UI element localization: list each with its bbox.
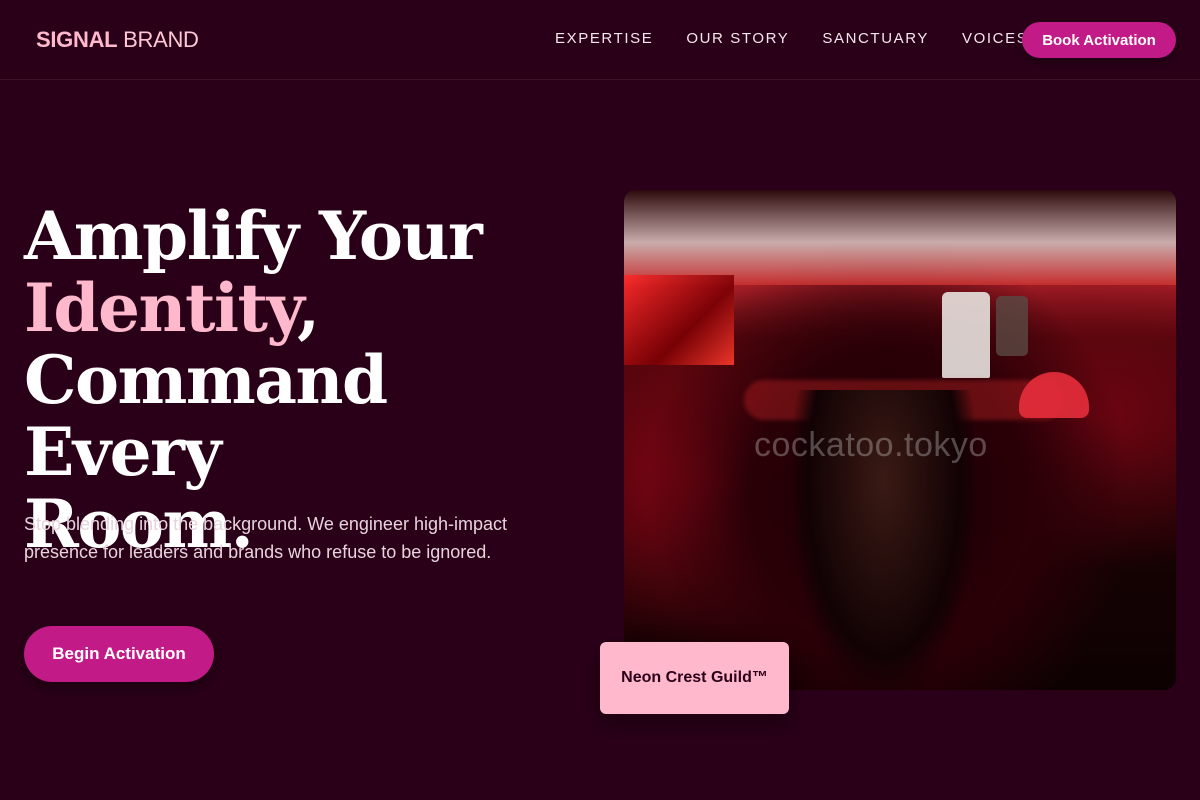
photo-ceiling <box>624 190 1176 285</box>
hero-description: Stop blending into the background. We en… <box>24 514 507 562</box>
headline-line-2: Command Every <box>24 341 388 491</box>
brand-logo-part-1: SIGNAL <box>36 27 118 52</box>
hero-photo: cockatoo.tokyo <box>624 190 1176 690</box>
nav-link-expertise[interactable]: EXPERTISE <box>555 30 653 48</box>
nav-link-sanctuary[interactable]: SANCTUARY <box>822 30 929 48</box>
photo-watermark: cockatoo.tokyo <box>754 426 988 464</box>
book-activation-button[interactable]: Book Activation <box>1022 22 1176 58</box>
brand-logo[interactable]: SIGNAL BRAND <box>36 27 199 53</box>
headline-highlight: Identity <box>24 269 299 347</box>
hero-headline: Amplify Your Identity, Command Every Roo… <box>24 200 604 560</box>
photo-tshirt <box>942 292 990 378</box>
begin-activation-button[interactable]: Begin Activation <box>24 626 214 682</box>
guild-badge-label: Neon Crest Guild™ <box>621 669 768 686</box>
nav-links: EXPERTISE OUR STORY SANCTUARY VOICES <box>555 30 1061 48</box>
nav-link-voices[interactable]: VOICES <box>962 30 1028 48</box>
photo-tshirt-2 <box>996 296 1028 356</box>
nav-link-our-story[interactable]: OUR STORY <box>686 30 789 48</box>
top-nav: SIGNAL BRAND EXPERTISE OUR STORY SANCTUA… <box>0 0 1200 80</box>
brand-logo-part-2: BRAND <box>123 27 199 52</box>
photo-red-wall <box>624 275 734 365</box>
headline-comma: , <box>297 269 320 347</box>
guild-badge-card: Neon Crest Guild™ <box>600 642 789 714</box>
photo-red-cap <box>1019 372 1089 418</box>
headline-line-1: Amplify Your <box>24 197 483 275</box>
